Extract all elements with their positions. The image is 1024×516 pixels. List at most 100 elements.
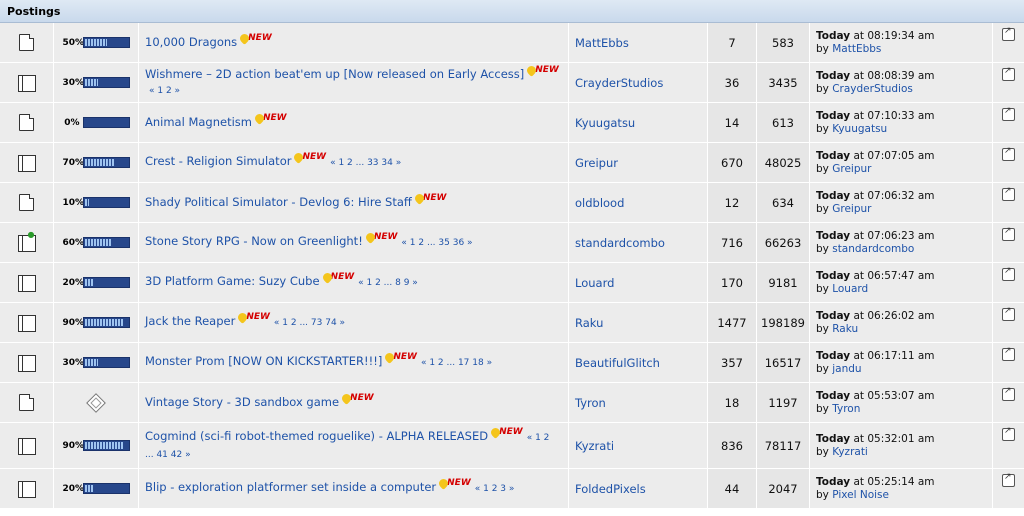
reply-count: 716: [721, 235, 743, 250]
new-badge[interactable]: NEW: [437, 476, 471, 491]
topic-link[interactable]: Vintage Story - 3D sandbox game: [145, 395, 339, 409]
table-row[interactable]: 30% Monster Prom [NOW ON KICKSTARTER!!!] N…: [0, 343, 1024, 383]
new-badge[interactable]: NEW: [253, 111, 287, 126]
topic-link[interactable]: Monster Prom [NOW ON KICKSTARTER!!!]: [145, 354, 382, 368]
page-links[interactable]: « 1 2 »: [149, 86, 180, 96]
author-link[interactable]: BeautifulGlitch: [575, 356, 660, 370]
author-link[interactable]: Tyron: [575, 396, 606, 410]
last-post-time: at 08:19:34 am: [850, 29, 935, 42]
last-post-author-link[interactable]: CrayderStudios: [832, 83, 913, 95]
author-link[interactable]: CrayderStudios: [575, 76, 663, 90]
jump-to-last-post-icon[interactable]: [1002, 306, 1015, 321]
jump-to-last-post-icon[interactable]: [1002, 346, 1015, 361]
new-badge[interactable]: NEW: [412, 191, 446, 206]
topic-cell: Wishmere – 2D action beat'em up [Now rel…: [139, 63, 568, 102]
last-post-author-link[interactable]: Raku: [832, 323, 858, 335]
progress-cell: 50%: [54, 23, 138, 62]
table-row[interactable]: 30% Wishmere – 2D action beat'em up [Now …: [0, 63, 1024, 103]
last-post-cell: Today at 05:32:01 am by Kyzrati: [810, 423, 992, 468]
table-row[interactable]: 90% Cogmind (sci-fi robot-themed roguelik…: [0, 423, 1024, 469]
page-links[interactable]: « 1 2 3 »: [475, 484, 515, 494]
topic-link[interactable]: Wishmere – 2D action beat'em up [Now rel…: [145, 67, 524, 81]
table-row[interactable]: Vintage Story - 3D sandbox game NEW Tyron 1…: [0, 383, 1024, 423]
progress-cell: 90%: [54, 303, 138, 342]
last-post-author-link[interactable]: Kyuugatsu: [832, 123, 887, 135]
topic-link[interactable]: Crest - Religion Simulator: [145, 154, 291, 168]
jump-to-last-post-icon[interactable]: [1002, 426, 1015, 441]
last-post-author-link[interactable]: jandu: [832, 363, 861, 375]
topic-link[interactable]: Stone Story RPG - Now on Greenlight!: [145, 234, 363, 248]
author-link[interactable]: Louard: [575, 276, 614, 290]
table-row[interactable]: 0% Animal Magnetism NEW Kyuugatsu 14 613 Today…: [0, 103, 1024, 143]
table-row[interactable]: 50% 10,000 Dragons NEW MattEbbs 7 583 Today at…: [0, 23, 1024, 63]
new-badge[interactable]: NEW: [525, 63, 559, 78]
last-post-author-link[interactable]: Pixel Noise: [832, 489, 889, 501]
last-post-author-link[interactable]: MattEbbs: [832, 43, 881, 55]
views-cell: 3435: [757, 63, 809, 102]
jump-to-last-post-icon[interactable]: [1002, 146, 1015, 161]
topic-link[interactable]: Blip - exploration platformer set inside…: [145, 480, 436, 494]
last-post-time: at 08:08:39 am: [850, 69, 935, 82]
new-badge[interactable]: NEW: [236, 310, 270, 325]
topic-cell: Vintage Story - 3D sandbox game NEW: [139, 383, 568, 422]
author-link[interactable]: MattEbbs: [575, 36, 629, 50]
last-post-time: at 07:07:05 am: [850, 149, 935, 162]
topic-link[interactable]: 3D Platform Game: Suzy Cube: [145, 274, 320, 288]
last-post-author-link[interactable]: Greipur: [832, 163, 871, 175]
author-link[interactable]: Raku: [575, 316, 603, 330]
page-links[interactable]: « 1 2 ... 17 18 »: [421, 358, 492, 368]
last-post-time: at 06:26:02 am: [850, 309, 935, 322]
jump-to-last-post-icon[interactable]: [1002, 226, 1015, 241]
jump-to-last-post-icon[interactable]: [1002, 386, 1015, 401]
new-badge[interactable]: NEW: [489, 425, 523, 440]
new-badge[interactable]: NEW: [383, 350, 417, 365]
multi-page-document-icon: [17, 480, 36, 498]
new-badge[interactable]: NEW: [320, 270, 354, 285]
jump-to-last-post-icon[interactable]: [1002, 26, 1015, 41]
page-links[interactable]: « 1 2 ... 35 36 »: [401, 238, 472, 248]
last-post-author-link[interactable]: Kyzrati: [832, 446, 868, 458]
topic-cell: Crest - Religion Simulator NEW « 1 2 ... 3…: [139, 143, 568, 182]
author-link[interactable]: Greipur: [575, 156, 618, 170]
table-row[interactable]: 90% Jack the Reaper NEW « 1 2 ... 73 74 » Ra…: [0, 303, 1024, 343]
new-badge[interactable]: NEW: [292, 150, 326, 165]
jump-to-last-post-icon[interactable]: [1002, 472, 1015, 487]
author-link[interactable]: Kyuugatsu: [575, 116, 635, 130]
topic-link[interactable]: Jack the Reaper: [145, 314, 235, 328]
last-post-by-label: by: [816, 488, 833, 501]
topic-cell: Jack the Reaper NEW « 1 2 ... 73 74 »: [139, 303, 568, 342]
replies-cell: 14: [708, 103, 756, 142]
topic-link[interactable]: Animal Magnetism: [145, 115, 252, 129]
last-post-author-link[interactable]: Greipur: [832, 203, 871, 215]
topic-link[interactable]: 10,000 Dragons: [145, 35, 237, 49]
jump-to-last-post-icon[interactable]: [1002, 266, 1015, 281]
jump-to-last-post-icon[interactable]: [1002, 66, 1015, 81]
topic-link[interactable]: Shady Political Simulator - Devlog 6: Hi…: [145, 195, 412, 209]
replies-cell: 36: [708, 63, 756, 102]
last-post-author-link[interactable]: Tyron: [832, 403, 860, 415]
last-post-author-link[interactable]: standardcombo: [832, 243, 914, 255]
new-badge[interactable]: NEW: [363, 230, 397, 245]
page-links[interactable]: « 1 2 ... 8 9 »: [358, 278, 418, 288]
jump-to-last-post-icon[interactable]: [1002, 186, 1015, 201]
last-post-author-link[interactable]: Louard: [832, 283, 868, 295]
table-row[interactable]: 20% 3D Platform Game: Suzy Cube NEW « 1 2 .…: [0, 263, 1024, 303]
progress-fill: [84, 442, 124, 449]
page-links[interactable]: « 1 2 ... 73 74 »: [274, 318, 345, 328]
new-badge[interactable]: NEW: [340, 391, 374, 406]
table-row[interactable]: 20% Blip - exploration platformer set ins…: [0, 469, 1024, 509]
author-link[interactable]: standardcombo: [575, 236, 665, 250]
new-badge[interactable]: NEW: [238, 31, 272, 46]
author-link[interactable]: Kyzrati: [575, 439, 614, 453]
jump-to-last-post-icon[interactable]: [1002, 106, 1015, 121]
table-row[interactable]: 70% Crest - Religion Simulator NEW « 1 2 ..…: [0, 143, 1024, 183]
author-link[interactable]: oldblood: [575, 196, 624, 210]
table-row[interactable]: 10% Shady Political Simulator - Devlog 6:…: [0, 183, 1024, 223]
page-links[interactable]: « 1 2 ... 33 34 »: [330, 158, 401, 168]
table-row[interactable]: ● 60% Stone Story RPG - Now on Greenlight!…: [0, 223, 1024, 263]
view-count: 9181: [768, 275, 798, 290]
reply-count: 1477: [717, 315, 747, 330]
last-post-day: Today: [816, 29, 851, 42]
topic-link[interactable]: Cogmind (sci-fi robot-themed roguelike) …: [145, 429, 488, 443]
author-link[interactable]: FoldedPixels: [575, 482, 646, 496]
